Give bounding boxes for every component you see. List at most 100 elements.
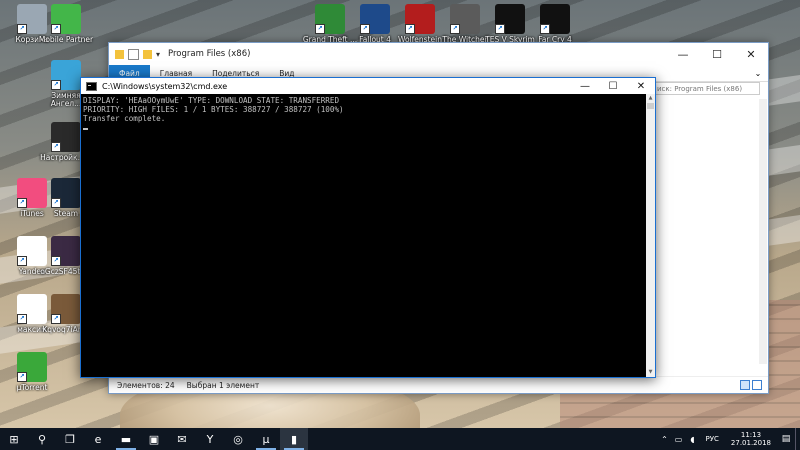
fallout4-vaultboy-icon: ↗: [360, 4, 390, 34]
shortcut-arrow-icon: ↗: [315, 24, 325, 34]
utorrent-button[interactable]: µ: [252, 428, 280, 450]
cmd-titlebar[interactable]: C:\Windows\system32\cmd.exe — ☐ ✕: [81, 78, 655, 94]
status-selection: Выбран 1 элемент: [186, 380, 260, 390]
cmd-minimize-button[interactable]: —: [571, 78, 599, 94]
cmd-scrollbar[interactable]: ▲ ▼: [646, 94, 655, 377]
explorer-close-button[interactable]: ✕: [734, 43, 768, 65]
store-button[interactable]: ▣: [140, 428, 168, 450]
console-icon: ▮: [290, 432, 298, 446]
witcher-medallion-icon: ↗: [450, 4, 480, 34]
system-tray: ⌃ ▭ ◖ РУС 11:13 27.01.2018 ▤: [658, 428, 800, 450]
explorer-title: Program Files (x86): [168, 49, 251, 59]
arrow-shortcut-icon: ↗: [51, 60, 81, 90]
shortcut-arrow-icon: ↗: [17, 256, 27, 266]
shortcut-arrow-icon: ↗: [51, 142, 61, 152]
search-button[interactable]: ⚲: [28, 428, 56, 450]
shortcut-arrow-icon: ↗: [17, 314, 27, 324]
volume-icon[interactable]: ◖: [686, 435, 700, 444]
clock-time: 11:13: [740, 431, 762, 439]
explorer-titlebar[interactable]: ▾ Program Files (x86) — ☐ ✕: [109, 43, 768, 65]
cmd-maximize-button[interactable]: ☐: [599, 78, 627, 94]
scroll-down-arrow-icon[interactable]: ▼: [646, 368, 655, 377]
edge-icon: e: [94, 432, 102, 446]
skyrim-dragon-icon: ↗: [495, 4, 525, 34]
explorer-maximize-button[interactable]: ☐: [700, 43, 734, 65]
clock-date: 27.01.2018: [730, 439, 771, 447]
console-line: Transfer complete.: [83, 114, 166, 123]
language-indicator[interactable]: РУС: [706, 435, 719, 443]
edge-button[interactable]: e: [84, 428, 112, 450]
desktop-icon[interactable]: ↗ Far Cry 4: [527, 4, 583, 44]
show-desktop-button[interactable]: [795, 428, 800, 450]
quick-access-toolbar[interactable]: ▾: [109, 48, 160, 60]
shortcut-arrow-icon: ↗: [540, 24, 550, 34]
mail-button[interactable]: ✉: [168, 428, 196, 450]
shortcut-arrow-icon: ↗: [51, 198, 61, 208]
folder-icon: [115, 49, 124, 59]
shortcut-arrow-icon: ↗: [405, 24, 415, 34]
cmd-close-button[interactable]: ✕: [627, 78, 655, 94]
desktop-icon-label: µTorrent: [16, 383, 48, 392]
taskbar-buttons: ⊞ ⚲ ❐ e ▬ ▣ ✉ Y ◎ µ ▮: [0, 428, 308, 450]
shortcut-arrow-icon: ↗: [51, 256, 61, 266]
shortcut-arrow-icon: ↗: [450, 24, 460, 34]
tray-chevron-icon[interactable]: ⌃: [658, 435, 672, 444]
console-icon: [86, 81, 97, 91]
new-folder-icon[interactable]: [143, 49, 152, 59]
shortcut-arrow-icon: ↗: [495, 24, 505, 34]
shortcut-arrow-icon: ↗: [51, 24, 61, 34]
search-icon: ⚲: [37, 432, 47, 446]
network-icon[interactable]: ▭: [672, 435, 686, 444]
steam-icon: ↗: [51, 178, 81, 208]
task-view-icon: ❐: [65, 432, 75, 446]
properties-icon[interactable]: [128, 48, 139, 60]
mobile-partner-icon: ↗: [51, 4, 81, 34]
start-button[interactable]: ⊞: [0, 428, 28, 450]
desktop-icon[interactable]: ↗ µTorrent: [4, 352, 60, 392]
large-icons-view-icon[interactable]: [752, 380, 762, 390]
photo-thumbnail-icon: ↗: [51, 236, 81, 266]
settings-gear-icon: ↗: [51, 122, 81, 152]
yandex-button[interactable]: Y: [196, 428, 224, 450]
explorer-scrollbar[interactable]: [759, 99, 767, 364]
console-line: DISPLAY: 'HEAaOOymUwE' TYPE: DOWNLOAD ST…: [83, 96, 340, 105]
clock[interactable]: 11:13 27.01.2018: [731, 431, 771, 447]
steam-button[interactable]: ◎: [224, 428, 252, 450]
ribbon-expand-icon[interactable]: ⌄: [748, 65, 768, 81]
console-output[interactable]: DISPLAY: 'HEAaOOymUwE' TYPE: DOWNLOAD ST…: [82, 96, 645, 377]
file-explorer-button[interactable]: ▬: [112, 428, 140, 450]
steam-icon: ◎: [233, 432, 243, 446]
gta5-icon: ↗: [315, 4, 345, 34]
scroll-up-arrow-icon[interactable]: ▲: [646, 94, 655, 103]
yandex-icon: Y: [206, 432, 214, 446]
desktop-icon-label: Mobile Partner: [38, 35, 94, 44]
task-view-button[interactable]: ❐: [56, 428, 84, 450]
desktop-icon[interactable]: ↗ Mobile Partner: [38, 4, 94, 44]
windows-logo-icon: ⊞: [9, 432, 19, 446]
explorer-status-bar: Элементов: 24 Выбран 1 элемент: [109, 376, 768, 393]
utorrent-icon: ↗: [17, 352, 47, 382]
cmd-button[interactable]: ▮: [280, 428, 308, 450]
explorer-minimize-button[interactable]: —: [666, 43, 700, 65]
cmd-title: C:\Windows\system32\cmd.exe: [102, 81, 228, 91]
cmd-window[interactable]: C:\Windows\system32\cmd.exe — ☐ ✕ DISPLA…: [80, 77, 656, 378]
store-icon: ▣: [148, 432, 160, 446]
notifications-icon[interactable]: ▤: [777, 434, 795, 444]
mail-icon: ✉: [177, 432, 187, 446]
shortcut-arrow-icon: ↗: [51, 80, 61, 90]
shortcut-arrow-icon: ↗: [360, 24, 370, 34]
details-view-icon[interactable]: [740, 380, 750, 390]
photo-thumbnail-icon: ↗: [51, 294, 81, 324]
utorrent-icon: µ: [262, 432, 270, 446]
taskbar: ⊞ ⚲ ❐ e ▬ ▣ ✉ Y ◎ µ ▮ ⌃ ▭ ◖ РУС 11:13 27.01.2018 ▤: [0, 428, 800, 450]
farcry4-icon: ↗: [540, 4, 570, 34]
console-line: PRIORITY: HIGH FILES: 1 / 1 BYTES: 38872…: [83, 105, 344, 114]
status-item-count: Элементов: 24: [117, 380, 175, 390]
customize-toolbar-icon[interactable]: ▾: [156, 50, 160, 59]
console-cursor: [83, 123, 645, 132]
shortcut-arrow-icon: ↗: [17, 198, 27, 208]
folder-icon: ▬: [120, 432, 132, 446]
shortcut-arrow-icon: ↗: [17, 24, 27, 34]
scrollbar-thumb[interactable]: [647, 103, 654, 109]
search-input[interactable]: иск: Program Files (x86): [652, 82, 760, 95]
